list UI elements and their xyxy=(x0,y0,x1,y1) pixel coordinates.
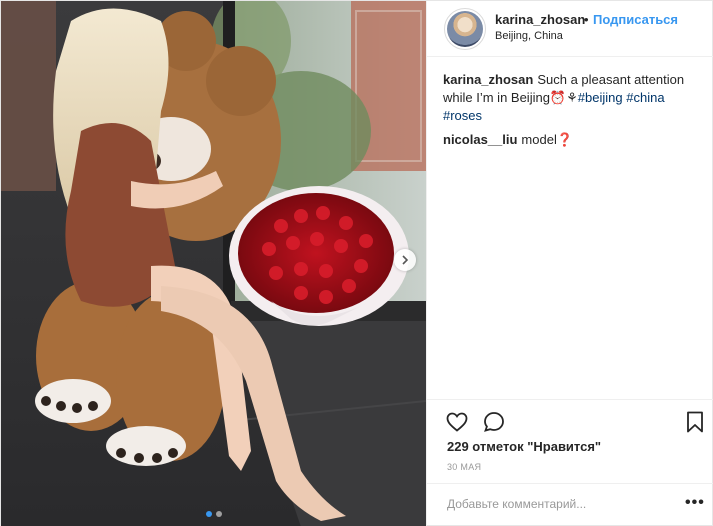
hashtag-link[interactable]: #beijing xyxy=(578,90,623,105)
add-comment-input[interactable] xyxy=(447,497,677,511)
hashtag-link[interactable]: #china xyxy=(626,90,664,105)
more-options-button[interactable]: ••• xyxy=(685,494,705,512)
carousel-next-button[interactable] xyxy=(394,249,416,271)
post-header: karina_zhosan • Подписаться Beijing, Chi… xyxy=(427,1,713,57)
follow-button[interactable]: Подписаться xyxy=(593,12,678,27)
carousel-dot xyxy=(215,511,222,517)
likes-count[interactable]: 229 отметок "Нравится" xyxy=(447,439,601,454)
avatar-image xyxy=(447,11,483,47)
post-dialog: karina_zhosan • Подписаться Beijing, Chi… xyxy=(0,0,713,526)
comment-icon[interactable] xyxy=(482,410,506,434)
post-sidebar: karina_zhosan • Подписаться Beijing, Chi… xyxy=(426,1,713,526)
heart-icon[interactable] xyxy=(445,410,469,434)
separator-dot: • xyxy=(584,12,589,27)
carousel-indicator xyxy=(1,511,426,517)
post-photo[interactable] xyxy=(1,1,426,526)
carousel-dot-active xyxy=(205,511,212,517)
hashtag-link[interactable]: #roses xyxy=(443,108,482,123)
post-date[interactable]: 30 мая xyxy=(447,462,481,472)
add-comment-bar: ••• xyxy=(427,483,713,526)
comment-item: nicolas__liu model❓ xyxy=(443,131,705,149)
caption: karina_zhosan Such a pleasant attention w… xyxy=(443,71,705,125)
header-username-link[interactable]: karina_zhosan xyxy=(495,12,585,27)
location-link[interactable]: Beijing, China xyxy=(495,30,563,42)
avatar[interactable] xyxy=(444,8,486,50)
photo-illustration xyxy=(1,1,426,526)
bookmark-icon[interactable] xyxy=(683,410,707,434)
caption-username-link[interactable]: karina_zhosan xyxy=(443,72,533,87)
action-bar xyxy=(427,399,713,443)
comment-username-link[interactable]: nicolas__liu xyxy=(443,132,517,147)
comments-list: karina_zhosan Such a pleasant attention w… xyxy=(443,71,705,155)
comment-text: model❓ xyxy=(521,132,574,147)
chevron-right-icon xyxy=(402,255,409,265)
